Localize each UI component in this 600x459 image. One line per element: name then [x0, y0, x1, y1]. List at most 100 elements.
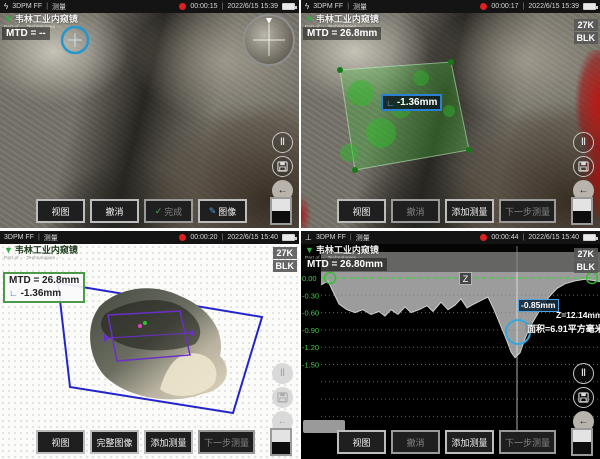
view-button[interactable]: 视图 — [36, 199, 85, 223]
quadrant-live-view: ϟ 3DPM FF | 测量 00:00:15 | 2022/6/15 15:3… — [0, 0, 299, 228]
depth-measure-label[interactable]: ∟ -1.36mm — [381, 94, 442, 111]
view-button[interactable]: 视图 — [337, 199, 386, 223]
save-button[interactable] — [573, 156, 594, 177]
mtd-readout: MTD = 26.80mm — [303, 258, 387, 271]
cursor-z-value: Z=12.14mm — [556, 310, 600, 320]
polygon-vertex[interactable] — [337, 67, 343, 73]
display-toggle-button[interactable] — [270, 197, 292, 225]
quadrant-measure-view: ϟ 3DPM FF | 测量 00:00:17 | 2022/6/15 15:3… — [301, 0, 600, 228]
zoom-inset-window — [243, 14, 295, 66]
cursor-depth-badge: -0.85mm — [518, 299, 559, 312]
badge-27k[interactable]: 27K — [574, 19, 599, 31]
probe-icon: ϟ — [305, 2, 309, 11]
display-toggle-button[interactable] — [571, 197, 593, 225]
badge-27k[interactable]: 27K — [273, 247, 298, 259]
action-bar: 视图 撤消 添加测量 下一步测量 — [337, 199, 556, 223]
mode-label: 3DPM FF — [313, 3, 343, 10]
check-icon: ✓ — [155, 206, 163, 217]
quad-view-screen: ϟ 3DPM FF | 测量 00:00:15 | 2022/6/15 15:3… — [0, 0, 600, 459]
record-indicator — [480, 234, 487, 241]
quadrant-pointcloud-view: 3DPM FF | 测量 00:00:20 | 2022/6/15 15:40 — [0, 231, 299, 459]
probe-icon: ϟ — [4, 2, 8, 11]
reference-point — [143, 321, 147, 325]
floppy-icon — [277, 392, 288, 403]
badge-blk[interactable]: BLK — [574, 32, 599, 44]
menu-measure[interactable]: 测量 — [44, 233, 58, 243]
undo-button[interactable]: 撤消 — [391, 199, 440, 223]
done-button[interactable]: ✓完成 — [144, 199, 193, 223]
record-time: 00:00:17 — [491, 3, 518, 10]
record-indicator — [179, 3, 186, 10]
softkey-badges: 27K BLK — [574, 19, 599, 44]
action-bar: 视图 撤消 添加测量 下一步测量 — [337, 430, 556, 454]
side-controls: ‖ ← — [272, 363, 293, 432]
depth-profile-svg: 0.00-0.30-0.60-0.90-1.20-1.50 — [301, 244, 600, 459]
mtd-readout: MTD = -- — [2, 27, 50, 40]
add-measure-button[interactable]: 添加测量 — [445, 430, 494, 454]
tick-group: 0.00-0.30-0.60-0.90-1.20-1.50 — [302, 274, 319, 370]
pause-button[interactable]: ‖ — [573, 363, 594, 384]
record-time: 00:00:15 — [190, 3, 217, 10]
svg-text:-1.20: -1.20 — [302, 343, 319, 352]
pause-button[interactable]: ‖ — [272, 132, 293, 153]
add-measure-button[interactable]: 添加测量 — [445, 199, 494, 223]
badge-27k[interactable]: 27K — [574, 248, 599, 260]
pause-button[interactable]: ‖ — [272, 363, 293, 384]
battery-icon — [282, 3, 295, 10]
polygon-vertex[interactable] — [448, 59, 454, 65]
record-indicator — [480, 3, 487, 10]
polygon-vertex[interactable] — [352, 167, 358, 173]
floppy-icon — [277, 161, 288, 172]
display-toggle-button[interactable] — [571, 428, 593, 456]
softkey-badges: 27K BLK — [574, 248, 599, 273]
logo-triangle-icon: ▼ — [305, 246, 314, 255]
depth-icon: ∟ — [9, 288, 18, 298]
side-controls: ‖ ← — [272, 132, 293, 201]
depth-icon: ∟ — [386, 98, 395, 108]
next-measure-button[interactable]: 下一步测量 — [499, 430, 556, 454]
slice-marker[interactable]: Z — [459, 272, 472, 285]
measurement-overlay — [301, 13, 600, 228]
pen-icon: ✎ — [209, 206, 217, 217]
battery-icon — [282, 234, 295, 241]
menu-measure[interactable]: 测量 — [356, 233, 370, 243]
full-image-button[interactable]: 完整图像 — [90, 430, 139, 454]
undo-button[interactable]: 撤消 — [90, 199, 139, 223]
badge-blk[interactable]: BLK — [574, 261, 599, 273]
datetime: 2022/6/15 15:39 — [227, 3, 278, 10]
menu-measure[interactable]: 测量 — [353, 2, 367, 12]
undo-button[interactable]: 撤消 — [391, 430, 440, 454]
logo-triangle-icon: ▼ — [4, 15, 13, 24]
menu-measure[interactable]: 测量 — [52, 2, 66, 12]
pause-button[interactable]: ‖ — [573, 132, 594, 153]
battery-icon — [583, 234, 596, 241]
logo-triangle-icon: ▼ — [4, 246, 13, 255]
floppy-icon — [578, 161, 589, 172]
side-controls: ‖ ← — [573, 132, 594, 201]
svg-text:-1.50: -1.50 — [302, 361, 319, 370]
mode-label: 3DPM FF — [12, 3, 42, 10]
datetime: 2022/6/15 15:40 — [528, 234, 579, 241]
svg-text:0.00: 0.00 — [302, 274, 317, 283]
save-button[interactable] — [573, 387, 594, 408]
badge-blk[interactable]: BLK — [273, 260, 298, 272]
save-button[interactable] — [272, 387, 293, 408]
status-bar: 3DPM FF | 测量 00:00:20 | 2022/6/15 15:40 — [0, 231, 299, 244]
action-bar: 视图 撤消 ✓完成 ✎图像 — [36, 199, 247, 223]
next-measure-button[interactable]: 下一步测量 — [499, 199, 556, 223]
view-button[interactable]: 视图 — [36, 430, 85, 454]
add-measure-button[interactable]: 添加测量 — [144, 430, 193, 454]
mtd-readout: MTD = 26.8mm — [303, 27, 381, 40]
next-measure-button[interactable]: 下一步测量 — [198, 430, 255, 454]
save-button[interactable] — [272, 156, 293, 177]
cursor-point — [138, 324, 142, 328]
view-button[interactable]: 视图 — [337, 430, 386, 454]
image-button[interactable]: ✎图像 — [198, 199, 247, 223]
area-value: 面积=6.91平方毫米 — [527, 322, 600, 335]
polygon-vertex[interactable] — [466, 147, 472, 153]
display-toggle-button[interactable] — [270, 428, 292, 456]
profile-tool-icon: ⊥ — [305, 233, 312, 242]
svg-text:-0.60: -0.60 — [302, 309, 319, 318]
status-bar: ϟ 3DPM FF | 测量 00:00:15 | 2022/6/15 15:3… — [0, 0, 299, 13]
softkey-badges: 27K BLK — [273, 247, 298, 272]
